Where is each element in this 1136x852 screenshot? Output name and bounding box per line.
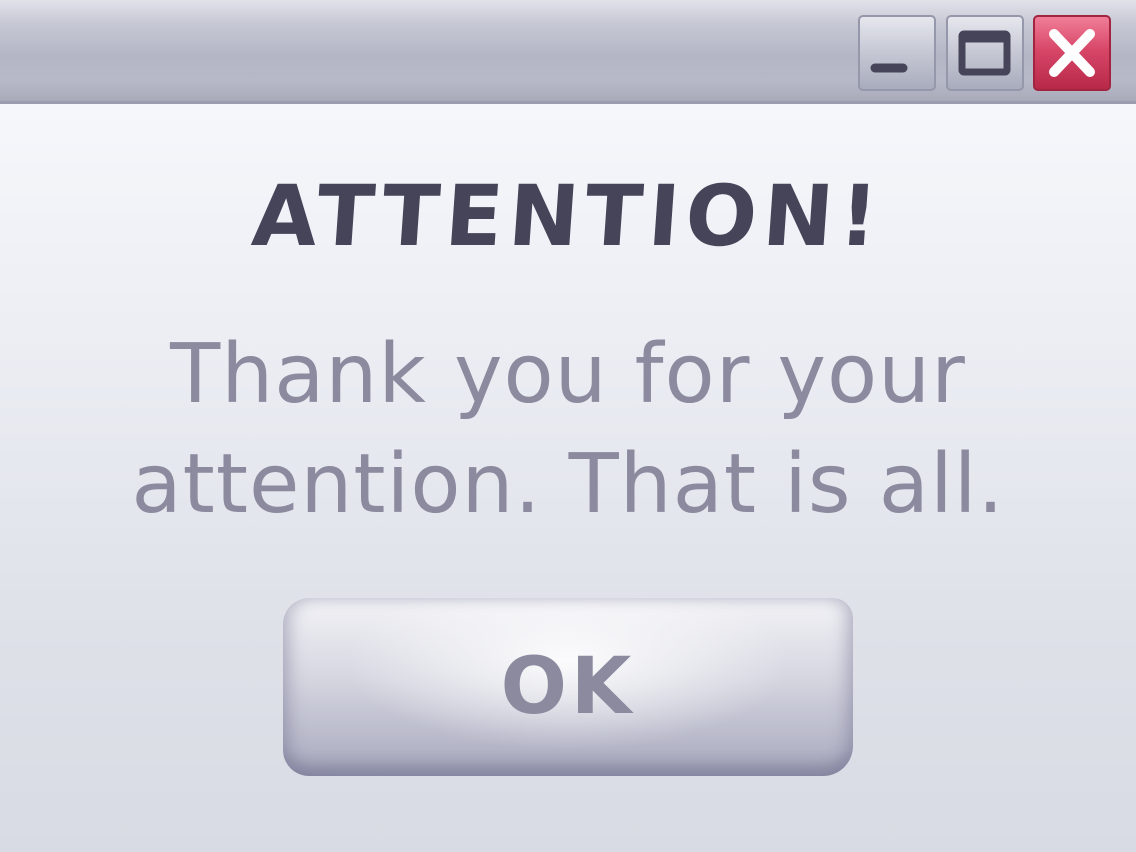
message-line-2: attention. That is all. xyxy=(131,437,1005,532)
ok-button[interactable]: OK xyxy=(283,598,853,776)
title-bar[interactable] xyxy=(0,0,1136,104)
ok-button-label: OK xyxy=(500,642,636,732)
dialog-heading: ATTENTION! xyxy=(248,167,888,265)
close-button[interactable] xyxy=(1033,15,1111,91)
message-line-1: Thank you for your xyxy=(170,327,966,422)
dialog-body: ATTENTION! Thank you for your attention.… xyxy=(0,104,1136,852)
maximize-button[interactable] xyxy=(946,15,1024,91)
minimize-button[interactable] xyxy=(858,15,936,91)
dialog-message: Thank you for your attention. That is al… xyxy=(100,320,1036,540)
dialog-window: ATTENTION! Thank you for your attention.… xyxy=(0,0,1136,852)
